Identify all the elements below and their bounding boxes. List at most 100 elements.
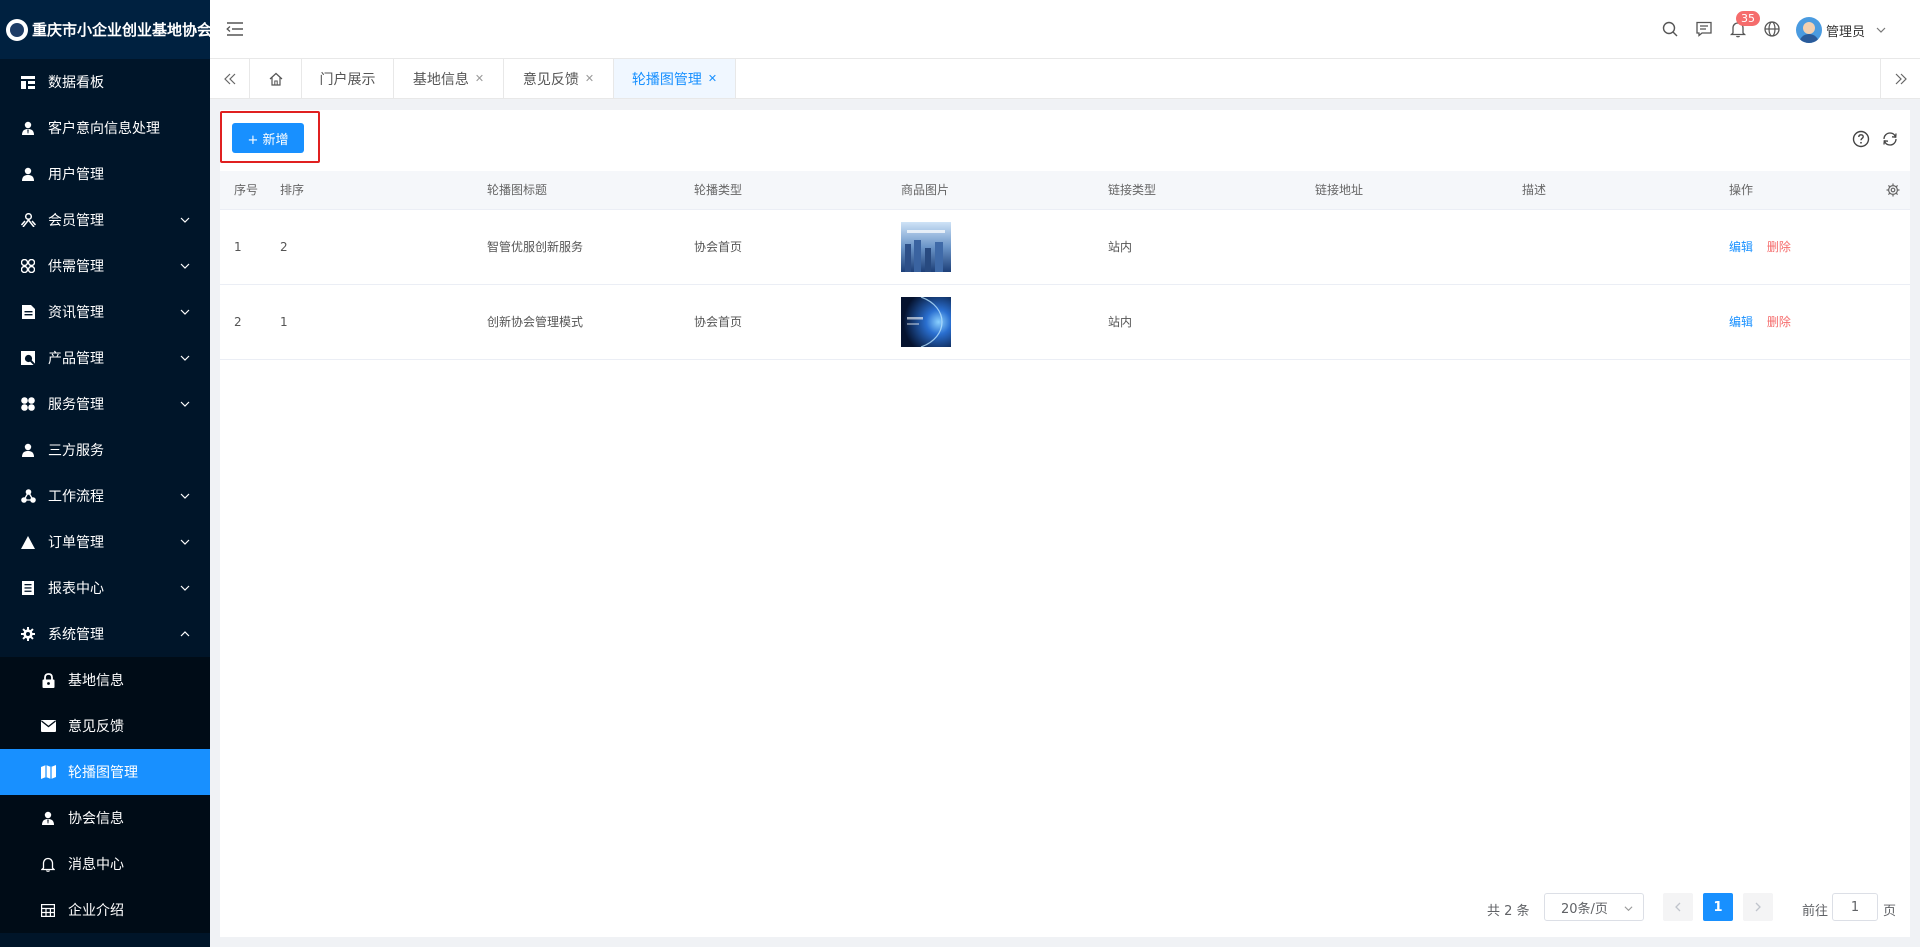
tab-label: 基地信息: [412, 71, 469, 88]
goto-page-input[interactable]: [1832, 893, 1878, 921]
user-icon: [20, 442, 36, 458]
message-icon[interactable]: [1695, 20, 1713, 38]
close-icon[interactable]: ✕: [585, 72, 594, 85]
sidebar-item-workflow[interactable]: 工作流程: [0, 473, 210, 519]
chevron-down-icon: [1624, 906, 1633, 912]
cell-image: [887, 209, 1094, 285]
sidebar-item-label: 服务管理: [48, 397, 104, 413]
bell-icon: [40, 856, 56, 872]
table-row: 1 2 智管优服创新服务 协会首页 站内 编辑 删除: [220, 209, 1910, 285]
column-header: 链接地址: [1301, 171, 1508, 210]
next-page-button[interactable]: [1743, 893, 1773, 921]
page-size-value: 20条/页: [1561, 901, 1608, 917]
sidebar-item-customer-intent[interactable]: 客户意向信息处理: [0, 105, 210, 151]
tab-portal[interactable]: 门户展示: [302, 59, 394, 98]
username[interactable]: 管理员: [1826, 21, 1865, 40]
sidebar-item-message-center[interactable]: 消息中心: [0, 841, 210, 887]
cell-actions: 编辑 删除: [1715, 284, 1910, 360]
sidebar-item-label: 报表中心: [48, 581, 104, 597]
menu-fold-icon[interactable]: [226, 20, 244, 38]
sidebar-item-label: 轮播图管理: [68, 765, 138, 781]
sidebar-item-product-management[interactable]: 产品管理: [0, 335, 210, 381]
globe-icon[interactable]: [1763, 20, 1781, 38]
sidebar-item-label: 会员管理: [48, 213, 104, 229]
sidebar-item-label: 三方服务: [48, 443, 104, 459]
column-header: 排序: [266, 171, 473, 210]
sidebar-item-news-management[interactable]: 资讯管理: [0, 289, 210, 335]
chevron-down-icon: [180, 309, 190, 315]
chevron-down-icon[interactable]: [1876, 25, 1886, 35]
cell-title: 智管优服创新服务: [473, 209, 680, 285]
sidebar-item-system-management[interactable]: 系统管理: [0, 611, 210, 657]
sidebar-item-association-info[interactable]: 协会信息: [0, 795, 210, 841]
search-icon[interactable]: [1661, 20, 1679, 38]
sidebar-item-label: 供需管理: [48, 259, 104, 275]
prev-page-button[interactable]: [1663, 893, 1693, 921]
sidebar-item-dashboard[interactable]: 数据看板: [0, 59, 210, 105]
cell-title: 创新协会管理模式: [473, 284, 680, 360]
carousel-table: 序号 排序 轮播图标题 轮播类型 商品图片 链接类型 链接地址 描述 操作 1 …: [220, 171, 1910, 360]
tab-home[interactable]: [250, 59, 302, 98]
product-icon: [20, 350, 36, 366]
sidebar-item-service-management[interactable]: 服务管理: [0, 381, 210, 427]
cell-desc: [1508, 284, 1715, 360]
carousel-thumbnail[interactable]: [901, 221, 951, 272]
sidebar-item-feedback[interactable]: 意见反馈: [0, 703, 210, 749]
tabs-scroll-left[interactable]: [210, 59, 250, 98]
tab-label: 意见反馈: [522, 71, 579, 88]
sidebar-item-base-info[interactable]: 基地信息: [0, 657, 210, 703]
home-icon: [269, 72, 282, 86]
sidebar-item-supply-demand[interactable]: 供需管理: [0, 243, 210, 289]
carousel-thumbnail[interactable]: [901, 296, 951, 347]
add-button-highlight: + 新增: [220, 111, 320, 163]
sidebar-item-report-center[interactable]: 报表中心: [0, 565, 210, 611]
sidebar-item-carousel-management[interactable]: 轮播图管理: [0, 749, 210, 795]
tab-carousel-management[interactable]: 轮播图管理 ✕: [614, 59, 736, 98]
avatar[interactable]: [1796, 17, 1822, 43]
chevron-left-icon: [1675, 902, 1681, 912]
chevron-down-icon: [180, 539, 190, 545]
column-header: 链接类型: [1094, 171, 1301, 210]
sidebar-item-member-management[interactable]: 会员管理: [0, 197, 210, 243]
tab-base-info[interactable]: 基地信息 ✕: [394, 59, 504, 98]
column-settings-icon[interactable]: [1886, 183, 1900, 197]
tabs-scroll-right[interactable]: [1880, 59, 1920, 98]
user-icon: [20, 166, 36, 182]
tab-label: 轮播图管理: [631, 71, 702, 88]
tab-label: 门户展示: [319, 71, 376, 88]
delete-link[interactable]: 删除: [1767, 315, 1791, 329]
add-button[interactable]: + 新增: [232, 123, 304, 153]
cell-image: [887, 284, 1094, 360]
sidebar-item-label: 基地信息: [68, 673, 124, 689]
sidebar-item-order-management[interactable]: 订单管理: [0, 519, 210, 565]
cell-index: 2: [220, 284, 266, 360]
edit-link[interactable]: 编辑: [1729, 240, 1753, 254]
help-icon[interactable]: [1852, 130, 1870, 148]
total-count: 共 2 条: [1487, 904, 1530, 919]
chevron-down-icon: [180, 217, 190, 223]
edit-link[interactable]: 编辑: [1729, 315, 1753, 329]
delete-link[interactable]: 删除: [1767, 240, 1791, 254]
sidebar-item-label: 资讯管理: [48, 305, 104, 321]
goto-suffix: 页: [1883, 904, 1897, 919]
page-number-button[interactable]: 1: [1703, 893, 1733, 921]
sidebar-item-company-intro[interactable]: 企业介绍: [0, 887, 210, 933]
column-header-label: 操作: [1729, 183, 1754, 198]
chevron-down-icon: [180, 401, 190, 407]
grid-icon: [40, 902, 56, 918]
sidebar-item-label: 系统管理: [48, 627, 104, 643]
app-logo[interactable]: 重庆市小企业创业基地协会: [0, 0, 212, 59]
tab-feedback[interactable]: 意见反馈 ✕: [504, 59, 614, 98]
report-icon: [20, 580, 36, 596]
close-icon[interactable]: ✕: [475, 72, 484, 85]
user-tie-icon: [40, 810, 56, 826]
close-icon[interactable]: ✕: [708, 72, 717, 85]
sidebar-item-third-party[interactable]: 三方服务: [0, 427, 210, 473]
page-size-select[interactable]: 20条/页: [1544, 893, 1644, 921]
system-submenu: 基地信息 意见反馈 轮播图管理 协会信息 消息中心 企业介绍: [0, 657, 210, 933]
refresh-icon[interactable]: [1882, 131, 1898, 147]
sidebar-item-label: 客户意向信息处理: [48, 121, 160, 137]
column-header: 操作: [1715, 171, 1910, 210]
sidebar: 重庆市小企业创业基地协会 数据看板 客户意向信息处理 用户管理 会员管理 供需管…: [0, 0, 212, 947]
sidebar-item-user-management[interactable]: 用户管理: [0, 151, 210, 197]
